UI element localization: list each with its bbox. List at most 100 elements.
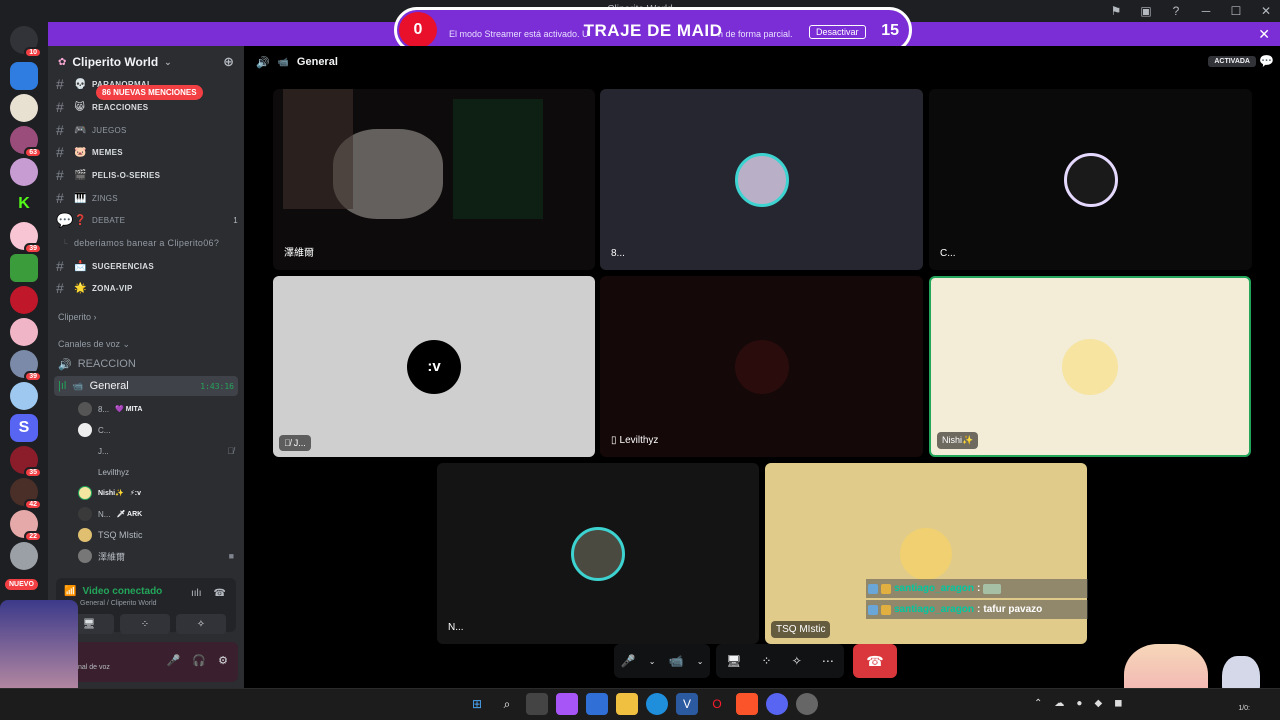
activities-button[interactable]: ⁘ <box>120 614 170 634</box>
voice-member[interactable]: Nishi✨ ⚡:v <box>78 484 234 502</box>
voice-member[interactable]: C... <box>78 421 234 439</box>
discord-icon[interactable] <box>766 693 788 715</box>
video-tile[interactable]: ▯ Levilthyz <box>600 276 923 457</box>
member-tag: 🗡 ARK <box>116 511 143 518</box>
voice-member[interactable]: Levilthyz <box>78 463 234 481</box>
tray-app-icon[interactable]: ◼ <box>1114 698 1122 709</box>
server-icon[interactable]: 42 <box>10 478 42 510</box>
voice-member[interactable]: 澤維爾 ■ <box>78 547 234 565</box>
maximize-icon[interactable]: ☐ <box>1228 3 1244 19</box>
headphones-icon[interactable]: 🎧 <box>192 654 206 667</box>
voice-member[interactable]: 8... 💜 MITA <box>78 400 234 418</box>
noise-suppression-icon[interactable]: ıılı <box>191 588 202 599</box>
avatar <box>78 423 92 437</box>
server-icon[interactable] <box>10 542 38 570</box>
camera-off-icon[interactable]: 📹 <box>669 654 684 668</box>
hash-icon: # <box>56 76 65 92</box>
channel-reacciones[interactable]: # 😸 REACCIONES <box>56 97 238 117</box>
channel-debate[interactable]: 💬 ❓ DEBATE 1 <box>56 210 238 230</box>
voice-location: General / Cliperito World <box>80 600 157 607</box>
tray-chevron-icon[interactable]: ⌃ <box>1034 698 1042 709</box>
inbox-icon[interactable]: ⚑ <box>1108 3 1124 19</box>
soundboard-icon[interactable]: ✧ <box>792 654 802 668</box>
avatar <box>78 486 92 500</box>
server-icon[interactable] <box>10 62 38 90</box>
server-s-icon[interactable]: S <box>10 414 38 442</box>
file-explorer-icon[interactable] <box>616 693 638 715</box>
start-menu-icon[interactable]: ⊞ <box>466 693 488 715</box>
speaker-icon: 🔊 <box>58 358 72 371</box>
disconnect-icon[interactable]: ☎ <box>214 588 226 599</box>
guild-name: Cliperito World <box>72 55 159 69</box>
chevron-down-icon[interactable]: ⌄ <box>649 657 656 666</box>
minimize-icon[interactable]: ─ <box>1198 3 1214 19</box>
discord-home-icon[interactable]: 10 <box>10 26 42 58</box>
video-tile[interactable]: N... <box>437 463 759 644</box>
soundboard-button[interactable]: ✧ <box>176 614 226 634</box>
edge-icon[interactable] <box>646 693 668 715</box>
search-icon[interactable]: ⌕ <box>496 693 518 715</box>
server-icon[interactable] <box>10 286 38 314</box>
channel-zona-vip[interactable]: # 🌟 ZONA-VIP <box>56 278 238 298</box>
voice-channel-general[interactable]: |ıl 📹 General 1:43:16 <box>54 376 238 396</box>
tray-app-icon[interactable]: ● <box>1076 698 1082 709</box>
chevron-down-icon[interactable]: ⌄ <box>697 657 704 666</box>
hash-icon: # <box>56 167 65 183</box>
video-tile[interactable]: 澤維爾 <box>273 89 595 270</box>
server-icon[interactable] <box>10 158 38 186</box>
server-icon[interactable]: 22 <box>10 510 42 542</box>
channel-sugerencias[interactable]: # 📩 SUGERENCIAS <box>56 256 238 276</box>
video-tile-speaking[interactable]: Nishi✨ <box>929 276 1251 457</box>
tray-app-icon[interactable]: ◆ <box>1094 698 1102 709</box>
voice-member[interactable]: J... 🎙̸ <box>78 442 234 460</box>
channel-zings[interactable]: # 🎹 ZINGS <box>56 188 238 208</box>
brave-icon[interactable] <box>736 693 758 715</box>
server-icon[interactable]: 35 <box>10 446 42 478</box>
voice-member[interactable]: N... 🗡 ARK <box>78 505 234 523</box>
activity-status-badge[interactable]: ACTIVADA <box>1208 56 1256 67</box>
category-cliperito[interactable]: Cliperito › <box>58 312 97 322</box>
channel-juegos[interactable]: # 🎮 JUEGOS <box>56 120 238 140</box>
nuevo-badge: NUEVO <box>5 579 38 590</box>
server-icon[interactable]: 39 <box>10 222 42 254</box>
server-icon[interactable] <box>10 94 38 122</box>
vegas-icon[interactable]: V <box>676 693 698 715</box>
video-tile[interactable]: :v 🎙̸ J... <box>273 276 595 457</box>
settings-gear-icon[interactable]: ⚙ <box>218 654 228 667</box>
opera-icon[interactable]: O <box>706 693 728 715</box>
activities-icon[interactable]: ⁘ <box>761 654 771 668</box>
deactivate-button[interactable]: Desactivar <box>809 25 866 39</box>
more-options-icon[interactable]: ⋯ <box>822 654 834 668</box>
video-tile[interactable]: 8... <box>600 89 923 270</box>
task-view-icon[interactable] <box>526 693 548 715</box>
category-voice[interactable]: Canales de voz ⌄ <box>58 339 130 350</box>
store-icon[interactable] <box>586 693 608 715</box>
voice-status: 📶 Video conectado <box>64 586 162 597</box>
close-banner-icon[interactable]: ✕ <box>1258 26 1270 43</box>
hangup-button[interactable]: ☎ <box>853 644 897 678</box>
screen-icon[interactable]: ▣ <box>1138 3 1154 19</box>
copilot-icon[interactable] <box>556 693 578 715</box>
voice-channel-reaccion[interactable]: 🔊 REACCION <box>54 354 238 374</box>
chat-separator: : <box>977 583 981 594</box>
close-window-icon[interactable]: ✕ <box>1258 3 1274 19</box>
voice-member[interactable]: TSQ MIstic <box>78 526 234 544</box>
server-icon[interactable] <box>10 318 38 346</box>
tray-app-icon[interactable]: ☁ <box>1054 698 1064 709</box>
channel-pelis-o-series[interactable]: # 🎬 PELIS-O-SERIES <box>56 165 238 185</box>
server-icon[interactable]: 63 <box>10 126 42 158</box>
minecraft-icon[interactable] <box>10 254 38 282</box>
chat-icon[interactable]: 💬 <box>1259 54 1274 68</box>
thread-item[interactable]: └ deberiamos banear a Cliperito06? <box>62 233 244 253</box>
obs-icon[interactable] <box>796 693 818 715</box>
invite-icon[interactable]: ⊕ <box>223 54 234 70</box>
screen-share-icon[interactable]: 🖥 <box>726 654 741 668</box>
microphone-icon[interactable]: 🎤 <box>167 654 181 667</box>
server-icon[interactable]: 39 <box>10 350 42 382</box>
microphone-icon[interactable]: 🎤 <box>621 654 636 668</box>
help-icon[interactable]: ? <box>1168 3 1184 19</box>
server-icon[interactable] <box>10 382 38 410</box>
video-tile[interactable]: C... <box>929 89 1252 270</box>
kick-icon[interactable]: K <box>10 190 38 218</box>
channel-memes[interactable]: # 🐷 MEMES <box>56 142 238 162</box>
